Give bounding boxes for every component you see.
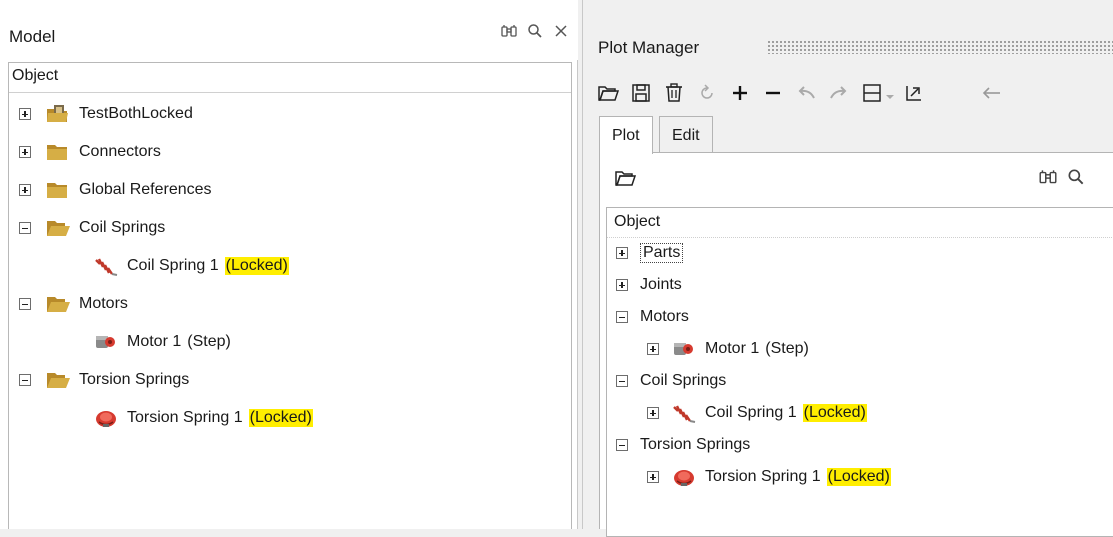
locked-badge: (Locked) (224, 257, 289, 275)
expand-icon[interactable] (19, 108, 31, 120)
back-arrow-icon[interactable] (980, 82, 1002, 104)
motor-icon (674, 343, 693, 355)
tree-item-motor-1[interactable]: Motor 1 (Step) (93, 328, 231, 356)
expand-icon[interactable] (647, 407, 659, 419)
plot-tree-item-joints[interactable]: Joints (616, 270, 682, 300)
open-folder-icon[interactable] (614, 167, 636, 189)
tree-item-label: Coil Spring 1 (127, 257, 219, 274)
tree-item-global-references[interactable]: Global References (19, 176, 212, 204)
refresh-icon[interactable] (696, 82, 718, 104)
model-tree-column-header: Object (9, 63, 571, 93)
tab-plot[interactable]: Plot (599, 116, 653, 154)
folder-icon (47, 145, 67, 160)
tree-item-label: Torsion Springs (640, 436, 751, 453)
tree-item-label: Torsion Springs (79, 371, 190, 388)
tree-item-label: Torsion Spring 1 (127, 409, 243, 426)
collapse-icon[interactable] (19, 374, 31, 386)
coil-spring-icon (673, 405, 696, 423)
panel-grip[interactable] (767, 40, 1113, 54)
collapse-icon[interactable] (19, 298, 31, 310)
step-label: (Step) (765, 340, 809, 357)
close-icon[interactable] (552, 22, 570, 40)
export-icon[interactable] (903, 82, 925, 104)
tree-item-label: Global References (79, 181, 212, 198)
torsion-spring-icon (674, 470, 694, 486)
model-panel: Model Object TestBothLocked Connectors G… (0, 0, 578, 529)
plot-tree-item-coil-spring-1[interactable]: Coil Spring 1 (Locked) (647, 398, 867, 428)
tree-item-coil-springs[interactable]: Coil Springs (19, 214, 165, 242)
plot-manager-title: Plot Manager (598, 38, 700, 57)
torsion-spring-icon (96, 411, 116, 427)
tree-item-label: Motors (640, 308, 689, 325)
tree-item-motors[interactable]: Motors (19, 290, 128, 318)
motor-icon (96, 336, 115, 348)
plot-tree-item-parts[interactable]: Parts (616, 238, 684, 268)
redo-icon[interactable] (828, 82, 850, 104)
tree-item-label: Parts (640, 243, 684, 263)
open-folder-icon[interactable] (597, 82, 619, 104)
plot-tree-item-motors[interactable]: Motors (616, 302, 689, 332)
step-label: (Step) (187, 333, 231, 350)
expand-icon[interactable] (647, 471, 659, 483)
save-icon[interactable] (630, 82, 652, 104)
model-header-icons (500, 22, 570, 40)
plot-tree-item-torsion-spring-1[interactable]: Torsion Spring 1 (Locked) (647, 462, 891, 492)
collapse-icon[interactable] (19, 222, 31, 234)
plot-toolbar (597, 80, 1013, 106)
tree-item-torsion-springs[interactable]: Torsion Springs (19, 366, 189, 394)
collapse-icon[interactable] (616, 375, 628, 387)
delete-icon[interactable] (663, 82, 685, 104)
folder-icon (47, 183, 67, 198)
tree-item-label: Coil Springs (640, 372, 727, 389)
search-icon[interactable] (1066, 167, 1086, 187)
expand-icon[interactable] (19, 146, 31, 158)
binoculars-icon[interactable] (500, 22, 518, 40)
tree-item-label: Motors (79, 295, 128, 312)
folder-open-icon (47, 373, 70, 388)
tree-item-label: Motor 1 (705, 340, 760, 357)
add-icon[interactable] (729, 82, 751, 104)
expand-icon[interactable] (19, 184, 31, 196)
coil-spring-icon (95, 258, 118, 276)
undo-icon[interactable] (795, 82, 817, 104)
tree-item-label: Coil Springs (79, 219, 166, 236)
expand-icon[interactable] (616, 247, 628, 259)
layout-icon[interactable] (861, 82, 883, 104)
model-icon (47, 105, 68, 122)
model-tree: Object TestBothLocked Connectors Global … (8, 62, 572, 529)
folder-open-icon (47, 221, 70, 236)
plot-tree-column-header: Object (607, 208, 1113, 238)
tree-item-coil-spring-1[interactable]: Coil Spring 1 (Locked) (93, 252, 289, 280)
tree-item-testbothlocked[interactable]: TestBothLocked (19, 100, 193, 128)
expand-icon[interactable] (616, 279, 628, 291)
tree-item-label: Joints (640, 276, 682, 293)
folder-open-icon (47, 297, 70, 312)
tree-item-label: TestBothLocked (79, 105, 193, 122)
locked-badge: (Locked) (248, 409, 313, 427)
locked-badge: (Locked) (826, 468, 891, 486)
plot-tab-content: Object Parts Joints Motors Motor 1 (Step… (599, 152, 1113, 537)
tree-item-connectors[interactable]: Connectors (19, 138, 161, 166)
tree-item-label: Torsion Spring 1 (705, 468, 821, 485)
model-panel-title: Model (9, 27, 56, 46)
remove-icon[interactable] (762, 82, 784, 104)
binoculars-icon[interactable] (1038, 167, 1058, 187)
tree-item-torsion-spring-1[interactable]: Torsion Spring 1 (Locked) (93, 404, 313, 432)
plot-tree-item-torsion-springs[interactable]: Torsion Springs (616, 430, 750, 460)
plot-tree-item-coil-springs[interactable]: Coil Springs (616, 366, 726, 396)
tree-item-label: Coil Spring 1 (705, 404, 797, 421)
plot-manager-panel: Plot Manager Plot Edit Object Parts Join… (582, 0, 1113, 537)
plot-tree-item-motor-1[interactable]: Motor 1 (Step) (647, 334, 809, 364)
model-panel-header: Model (0, 0, 578, 60)
plot-tree: Object Parts Joints Motors Motor 1 (Step… (606, 207, 1113, 537)
tree-item-label: Connectors (79, 143, 161, 160)
collapse-icon[interactable] (616, 439, 628, 451)
tree-item-label: Motor 1 (127, 333, 182, 350)
chevron-down-icon[interactable] (885, 82, 895, 104)
tab-edit[interactable]: Edit (659, 116, 713, 152)
collapse-icon[interactable] (616, 311, 628, 323)
search-icon[interactable] (526, 22, 544, 40)
locked-badge: (Locked) (802, 404, 867, 422)
expand-icon[interactable] (647, 343, 659, 355)
